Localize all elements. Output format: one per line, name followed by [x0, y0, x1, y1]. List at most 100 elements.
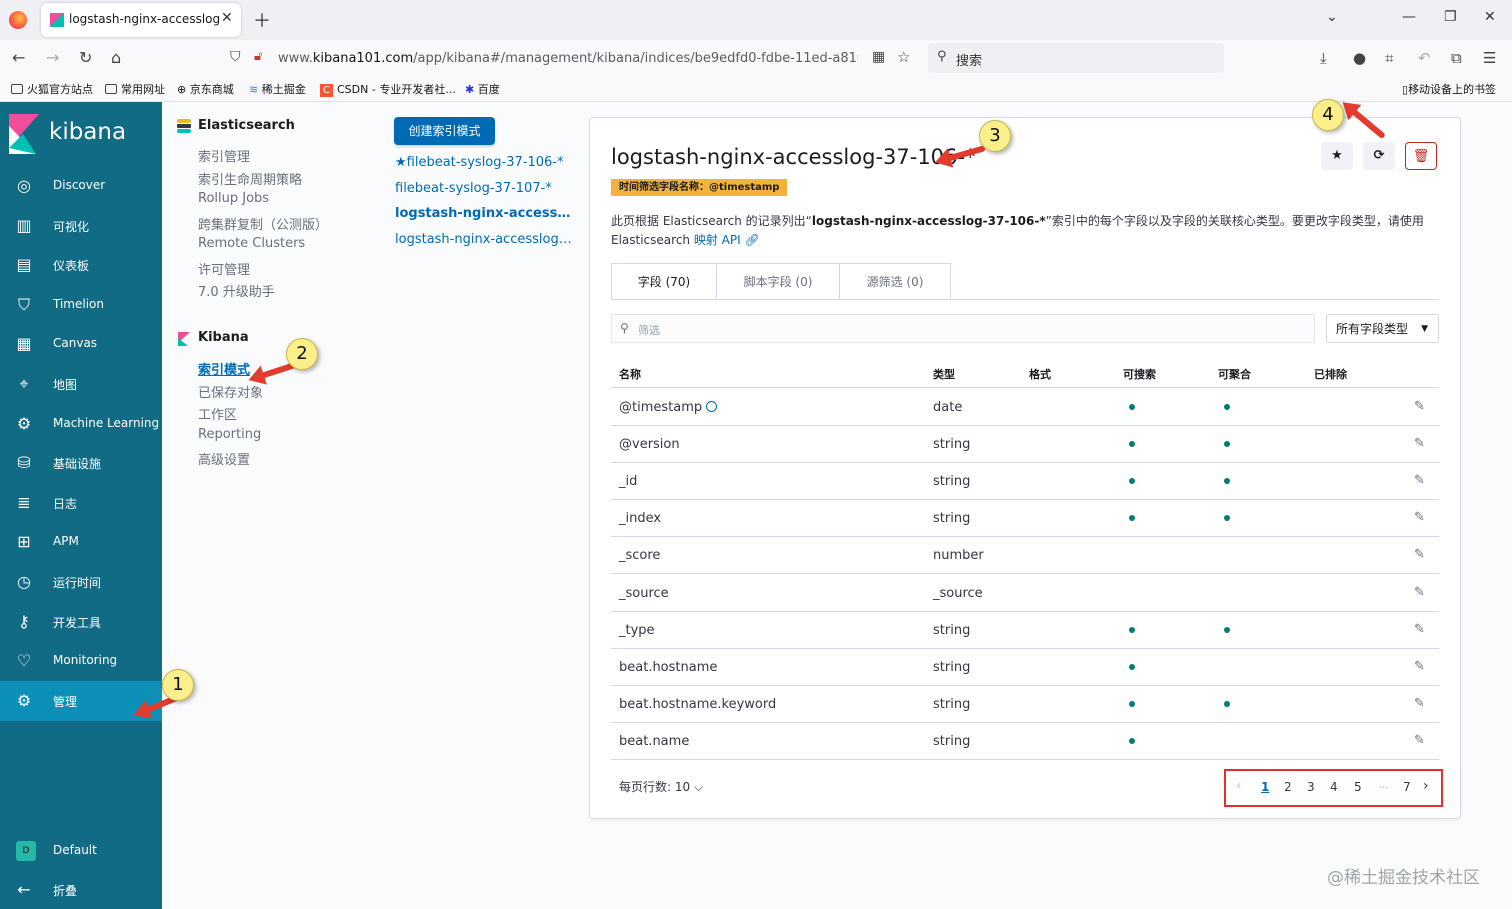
management-nav-link[interactable]: 索引管理 — [198, 146, 250, 165]
extensions-icon[interactable]: ⧉ — [1451, 49, 1462, 67]
management-nav-link[interactable]: Rollup Jobs — [198, 191, 269, 206]
pencil-icon[interactable]: ✎ — [1414, 659, 1425, 674]
sidebar-item[interactable]: ≣ 日志 — [0, 483, 162, 523]
page-number[interactable]: 7 — [1403, 780, 1411, 794]
filter-input[interactable]: ⚲ 筛选 — [611, 314, 1315, 343]
bookmark-star-icon[interactable]: ☆ — [897, 48, 910, 66]
mobile-bookmarks[interactable]: ▯移动设备上的书签 — [1402, 81, 1496, 97]
field-name: beat.name — [619, 733, 690, 749]
sidebar-item[interactable]: ⚙ Machine Learning — [0, 404, 162, 444]
pencil-icon[interactable]: ✎ — [1414, 733, 1425, 748]
sidebar-item[interactable]: ▦ Canvas — [0, 324, 162, 364]
management-nav-link[interactable]: 工作区 — [198, 404, 237, 423]
undo-icon[interactable]: ↶ — [1418, 49, 1431, 67]
sidebar-item[interactable]: ▤ 仪表板 — [0, 245, 162, 285]
create-index-pattern-button[interactable]: 创建索引模式 — [394, 117, 495, 145]
tab-source-filters[interactable]: 源筛选 (0) — [839, 263, 951, 300]
index-pattern-link[interactable]: logstash-nginx-accesslog-37-106-* — [395, 206, 573, 221]
sidebar-item[interactable]: ▥ 可视化 — [0, 206, 162, 246]
rows-per-page-selector[interactable]: 每页行数: 10 ⌵ — [619, 778, 703, 795]
firefox-icon[interactable] — [9, 11, 27, 29]
close-tab-icon[interactable]: ✕ — [221, 10, 233, 26]
page-number[interactable]: 5 — [1354, 780, 1362, 794]
insecure-lock-icon[interactable]: 🔓︎ — [254, 49, 262, 64]
pencil-icon[interactable]: ✎ — [1414, 473, 1425, 488]
kibana-logo-icon[interactable] — [9, 114, 39, 154]
sidebar-item[interactable]: ⛉ Timelion — [0, 285, 162, 325]
search-bar[interactable]: ⚲ 搜索 — [928, 43, 1224, 73]
column-header-name[interactable]: 名称 — [619, 366, 641, 382]
mapping-api-link[interactable]: 映射 API 🔗︎ — [694, 233, 760, 247]
sidebar-item[interactable]: ♡ Monitoring — [0, 641, 162, 681]
back-icon[interactable]: ← — [12, 48, 25, 67]
crop-icon[interactable]: ⌗ — [1385, 49, 1393, 67]
management-nav-link[interactable]: 索引模式 — [198, 359, 250, 378]
new-tab-icon[interactable]: ＋ — [253, 7, 271, 33]
refresh-fields-button[interactable]: ⟳ — [1363, 142, 1395, 170]
index-pattern-link[interactable]: ★filebeat-syslog-37-106-* — [395, 155, 573, 170]
bookmark-item[interactable]: ≋ 稀土掘金 — [249, 81, 306, 97]
management-nav-link[interactable]: 许可管理 — [198, 259, 250, 278]
download-icon[interactable]: ⤓ — [1320, 49, 1327, 67]
collapse-button[interactable]: ← 折叠 — [0, 870, 162, 909]
sidebar-item[interactable]: ⚷ 开发工具 — [0, 602, 162, 642]
page-number[interactable]: 3 — [1307, 780, 1315, 794]
page-number[interactable]: 1 — [1261, 780, 1269, 794]
index-pattern-link[interactable]: filebeat-syslog-37-107-* — [395, 181, 573, 196]
tab-fields[interactable]: 字段 (70) — [611, 263, 717, 300]
tab-list-chevron-icon[interactable]: ⌄ — [1326, 9, 1338, 25]
sidebar-item[interactable]: ◷ 运行时间 — [0, 562, 162, 602]
sidebar-item[interactable]: ⌖ 地图 — [0, 364, 162, 404]
url-text[interactable]: www.kibana101.com/app/kibana#/management… — [278, 51, 858, 66]
pencil-icon[interactable]: ✎ — [1414, 547, 1425, 562]
bookmark-item[interactable]: 火狐官方站点 — [11, 81, 93, 97]
browser-tab[interactable]: logstash-nginx-accesslog-37 ✕ — [41, 3, 241, 37]
close-window-icon[interactable]: ✕ — [1484, 9, 1496, 25]
minimize-icon[interactable]: — — [1402, 9, 1416, 25]
maximize-icon[interactable]: ❐ — [1444, 9, 1457, 25]
sidebar-item[interactable]: ◎ Discover — [0, 166, 162, 206]
bookmark-item[interactable]: ✱ 百度 — [465, 81, 500, 97]
home-icon[interactable]: ⌂ — [111, 48, 121, 67]
bookmark-item[interactable]: C CSDN - 专业开发者社... — [320, 81, 456, 97]
column-header-excluded[interactable]: 已排除 — [1314, 366, 1347, 382]
management-nav-link[interactable]: Reporting — [198, 427, 261, 442]
info-icon[interactable]: ● — [1353, 49, 1366, 67]
column-header-format[interactable]: 格式 — [1029, 366, 1051, 382]
delete-index-pattern-button[interactable]: 🗑︎ — [1405, 142, 1437, 170]
next-page-icon[interactable]: › — [1423, 778, 1429, 794]
bookmark-item[interactable]: 常用网址 — [105, 81, 165, 97]
page-number[interactable]: 2 — [1284, 780, 1292, 794]
management-nav-link[interactable]: 7.0 升级助手 — [198, 281, 275, 300]
management-nav-link[interactable]: 索引生命周期策略 — [198, 169, 302, 188]
pencil-icon[interactable]: ✎ — [1414, 510, 1425, 525]
shield-icon[interactable]: ⛉ — [230, 49, 241, 65]
sidebar-item[interactable]: ⊞ APM — [0, 522, 162, 562]
prev-page-icon[interactable]: ‹ — [1236, 778, 1242, 794]
tab-scripted-fields[interactable]: 脚本字段 (0) — [716, 263, 840, 300]
forward-icon[interactable]: → — [46, 48, 59, 67]
set-default-star-button[interactable]: ★ — [1321, 142, 1353, 170]
field-type-select[interactable]: 所有字段类型 ▼ — [1326, 314, 1439, 343]
reload-icon[interactable]: ↻ — [79, 48, 92, 67]
kibana-logo-text[interactable]: kibana — [49, 119, 126, 145]
column-header-aggregatable[interactable]: 可聚合 — [1218, 366, 1251, 382]
page-number[interactable]: 4 — [1330, 780, 1338, 794]
column-header-searchable[interactable]: 可搜索 — [1123, 366, 1156, 382]
column-header-type[interactable]: 类型 — [933, 366, 955, 382]
pencil-icon[interactable]: ✎ — [1414, 696, 1425, 711]
index-pattern-link[interactable]: logstash-nginx-accesslog-37-107-* — [395, 232, 573, 247]
qr-code-icon[interactable]: ▦ — [872, 49, 885, 65]
bookmark-item[interactable]: ⊕ 京东商城 — [177, 81, 234, 97]
management-nav-link[interactable]: Remote Clusters — [198, 236, 305, 251]
sidebar-item[interactable]: ⛁ 基础设施 — [0, 443, 162, 483]
pencil-icon[interactable]: ✎ — [1414, 399, 1425, 414]
menu-icon[interactable]: ☰ — [1483, 49, 1496, 67]
pencil-icon[interactable]: ✎ — [1414, 585, 1425, 600]
management-nav-link[interactable]: 跨集群复制（公测版） — [198, 214, 328, 233]
management-nav-link[interactable]: 高级设置 — [198, 449, 250, 468]
pencil-icon[interactable]: ✎ — [1414, 622, 1425, 637]
url-bar[interactable]: ⛉ 🔓︎ www.kibana101.com/app/kibana#/manag… — [222, 43, 918, 73]
pencil-icon[interactable]: ✎ — [1414, 436, 1425, 451]
space-selector[interactable]: D Default — [0, 831, 162, 871]
